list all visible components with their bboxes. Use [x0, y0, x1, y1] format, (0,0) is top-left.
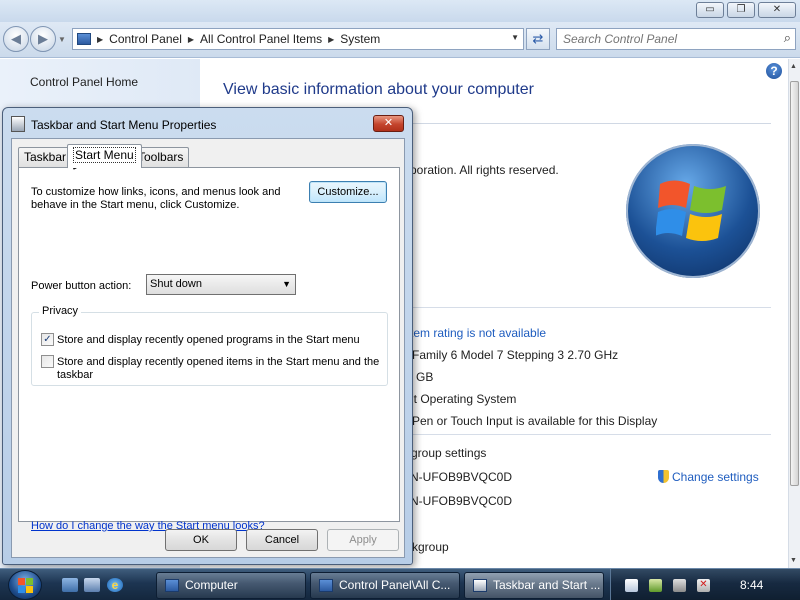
- switch-windows-icon[interactable]: [84, 578, 100, 592]
- workgroup-label: kgroup: [412, 540, 449, 554]
- tab-start-menu[interactable]: Start Menu: [67, 144, 142, 168]
- recent-programs-label[interactable]: Store and display recently opened progra…: [57, 334, 387, 347]
- cancel-button[interactable]: Cancel: [246, 529, 318, 551]
- taskbar-item-label: Computer: [185, 578, 238, 592]
- tab-taskbar[interactable]: Taskbar: [18, 147, 73, 167]
- address-dropdown-icon[interactable]: ▼: [511, 33, 519, 42]
- show-desktop-icon[interactable]: [62, 578, 78, 592]
- control-panel-icon: [319, 579, 333, 592]
- dialog-body: Taskbar Start Menu Toolbars To customize…: [11, 138, 405, 558]
- scroll-down-icon[interactable]: ▼: [790, 557, 797, 564]
- maximize-button[interactable]: ❐: [727, 2, 755, 18]
- internet-explorer-icon[interactable]: e: [107, 578, 123, 592]
- back-button[interactable]: ◀: [3, 26, 29, 52]
- start-button[interactable]: [8, 570, 42, 600]
- customize-button[interactable]: Customize...: [309, 181, 387, 203]
- taskbar-item-taskbar-properties[interactable]: Taskbar and Start ...: [464, 572, 604, 599]
- dialog-close-button[interactable]: ✕: [373, 115, 404, 132]
- chevron-right-icon[interactable]: ▶: [97, 35, 103, 44]
- document-icon[interactable]: [625, 579, 638, 592]
- vertical-scrollbar[interactable]: ▲ ▼: [788, 59, 800, 568]
- address-bar[interactable]: ▶ Control Panel ▶ All Control Panel Item…: [72, 28, 524, 50]
- help-icon[interactable]: ?: [766, 63, 782, 79]
- privacy-legend: Privacy: [39, 305, 82, 317]
- full-name-value: N-UFOB9BVQC0D: [410, 494, 513, 508]
- customize-description: To customize how links, icons, and menus…: [31, 186, 281, 211]
- computer-name-value: N-UFOB9BVQC0D: [410, 470, 513, 484]
- control-panel-home-link[interactable]: Control Panel Home: [30, 75, 138, 89]
- rating-link[interactable]: tem rating is not available: [410, 326, 546, 340]
- power-button-value: Shut down: [150, 278, 202, 290]
- dialog-title: Taskbar and Start Menu Properties: [31, 118, 217, 132]
- power-button-select[interactable]: Shut down ▼: [146, 274, 296, 295]
- recent-pages-dropdown-icon[interactable]: ▼: [58, 35, 66, 44]
- windows-flag-icon: [18, 578, 33, 593]
- taskbar-item-control-panel[interactable]: Control Panel\All C...: [310, 572, 460, 599]
- action-center-icon[interactable]: [649, 579, 662, 592]
- recent-items-label[interactable]: Store and display recently opened items …: [57, 356, 387, 382]
- notification-area: ✕: [610, 569, 800, 600]
- change-settings-link[interactable]: Change settings: [658, 470, 759, 484]
- window-titlebar: ▭ ❐ ✕: [0, 0, 800, 22]
- taskbar-properties-dialog: Taskbar and Start Menu Properties ✕ Task…: [2, 107, 413, 565]
- recent-items-checkbox[interactable]: [41, 355, 54, 368]
- close-button[interactable]: ✕: [758, 2, 796, 18]
- scroll-thumb[interactable]: [790, 81, 799, 486]
- scroll-up-icon[interactable]: ▲: [790, 63, 797, 70]
- breadcrumb: ▶ Control Panel ▶ All Control Panel Item…: [97, 32, 380, 46]
- taskbar-item-computer[interactable]: Computer: [156, 572, 306, 599]
- system-type-value: it Operating System: [411, 392, 517, 406]
- window-controls: ▭ ❐ ✕: [696, 2, 796, 18]
- minimize-button[interactable]: ▭: [696, 2, 724, 18]
- network-icon[interactable]: [673, 579, 686, 592]
- taskbar-item-label: Taskbar and Start ...: [493, 578, 601, 592]
- processor-value: Family 6 Model 7 Stepping 3 2.70 GHz: [412, 348, 619, 362]
- forward-button[interactable]: ▶: [30, 26, 56, 52]
- search-icon[interactable]: ⌕: [784, 30, 791, 46]
- memory-value: GB: [416, 370, 434, 384]
- dialog-icon: [11, 116, 25, 132]
- breadcrumb-system[interactable]: System: [340, 32, 380, 46]
- search-input[interactable]: [563, 31, 773, 47]
- workgroup-section-heading: group settings: [411, 446, 487, 460]
- search-box[interactable]: ⌕: [556, 28, 796, 50]
- clock[interactable]: 8:44: [740, 578, 763, 592]
- chevron-right-icon[interactable]: ▶: [188, 35, 194, 44]
- chevron-right-icon[interactable]: ▶: [328, 35, 334, 44]
- properties-icon: [473, 579, 487, 592]
- volume-muted-icon[interactable]: ✕: [697, 579, 710, 592]
- taskbar-item-label: Control Panel\All C...: [339, 578, 451, 592]
- change-settings-label[interactable]: Change settings: [672, 470, 759, 484]
- apply-button[interactable]: Apply: [327, 529, 399, 551]
- control-panel-icon: [77, 33, 91, 45]
- taskbar: e Computer Control Panel\All C... Taskba…: [0, 568, 800, 600]
- navigation-bar: ◀ ▶ ▼ ▶ Control Panel ▶ All Control Pane…: [0, 22, 800, 58]
- breadcrumb-control-panel[interactable]: Control Panel: [109, 32, 182, 46]
- power-button-label: Power button action:: [31, 280, 132, 292]
- windows-logo: [626, 144, 760, 278]
- divider: [410, 434, 771, 435]
- copyright-text: poration. All rights reserved.: [410, 163, 559, 177]
- divider: [410, 307, 771, 308]
- refresh-button[interactable]: ⇄: [526, 28, 550, 50]
- recent-programs-checkbox[interactable]: ✓: [41, 333, 54, 346]
- ok-button[interactable]: OK: [165, 529, 237, 551]
- chevron-down-icon[interactable]: ▼: [282, 279, 291, 289]
- tab-start-menu-label[interactable]: Start Menu: [73, 147, 136, 163]
- computer-icon: [165, 579, 179, 592]
- tab-panel: To customize how links, icons, and menus…: [18, 167, 400, 532]
- shield-icon: [658, 470, 669, 483]
- pen-touch-value: Pen or Touch Input is available for this…: [412, 414, 658, 428]
- page-title: View basic information about your comput…: [223, 81, 534, 98]
- breadcrumb-all-items[interactable]: All Control Panel Items: [200, 32, 322, 46]
